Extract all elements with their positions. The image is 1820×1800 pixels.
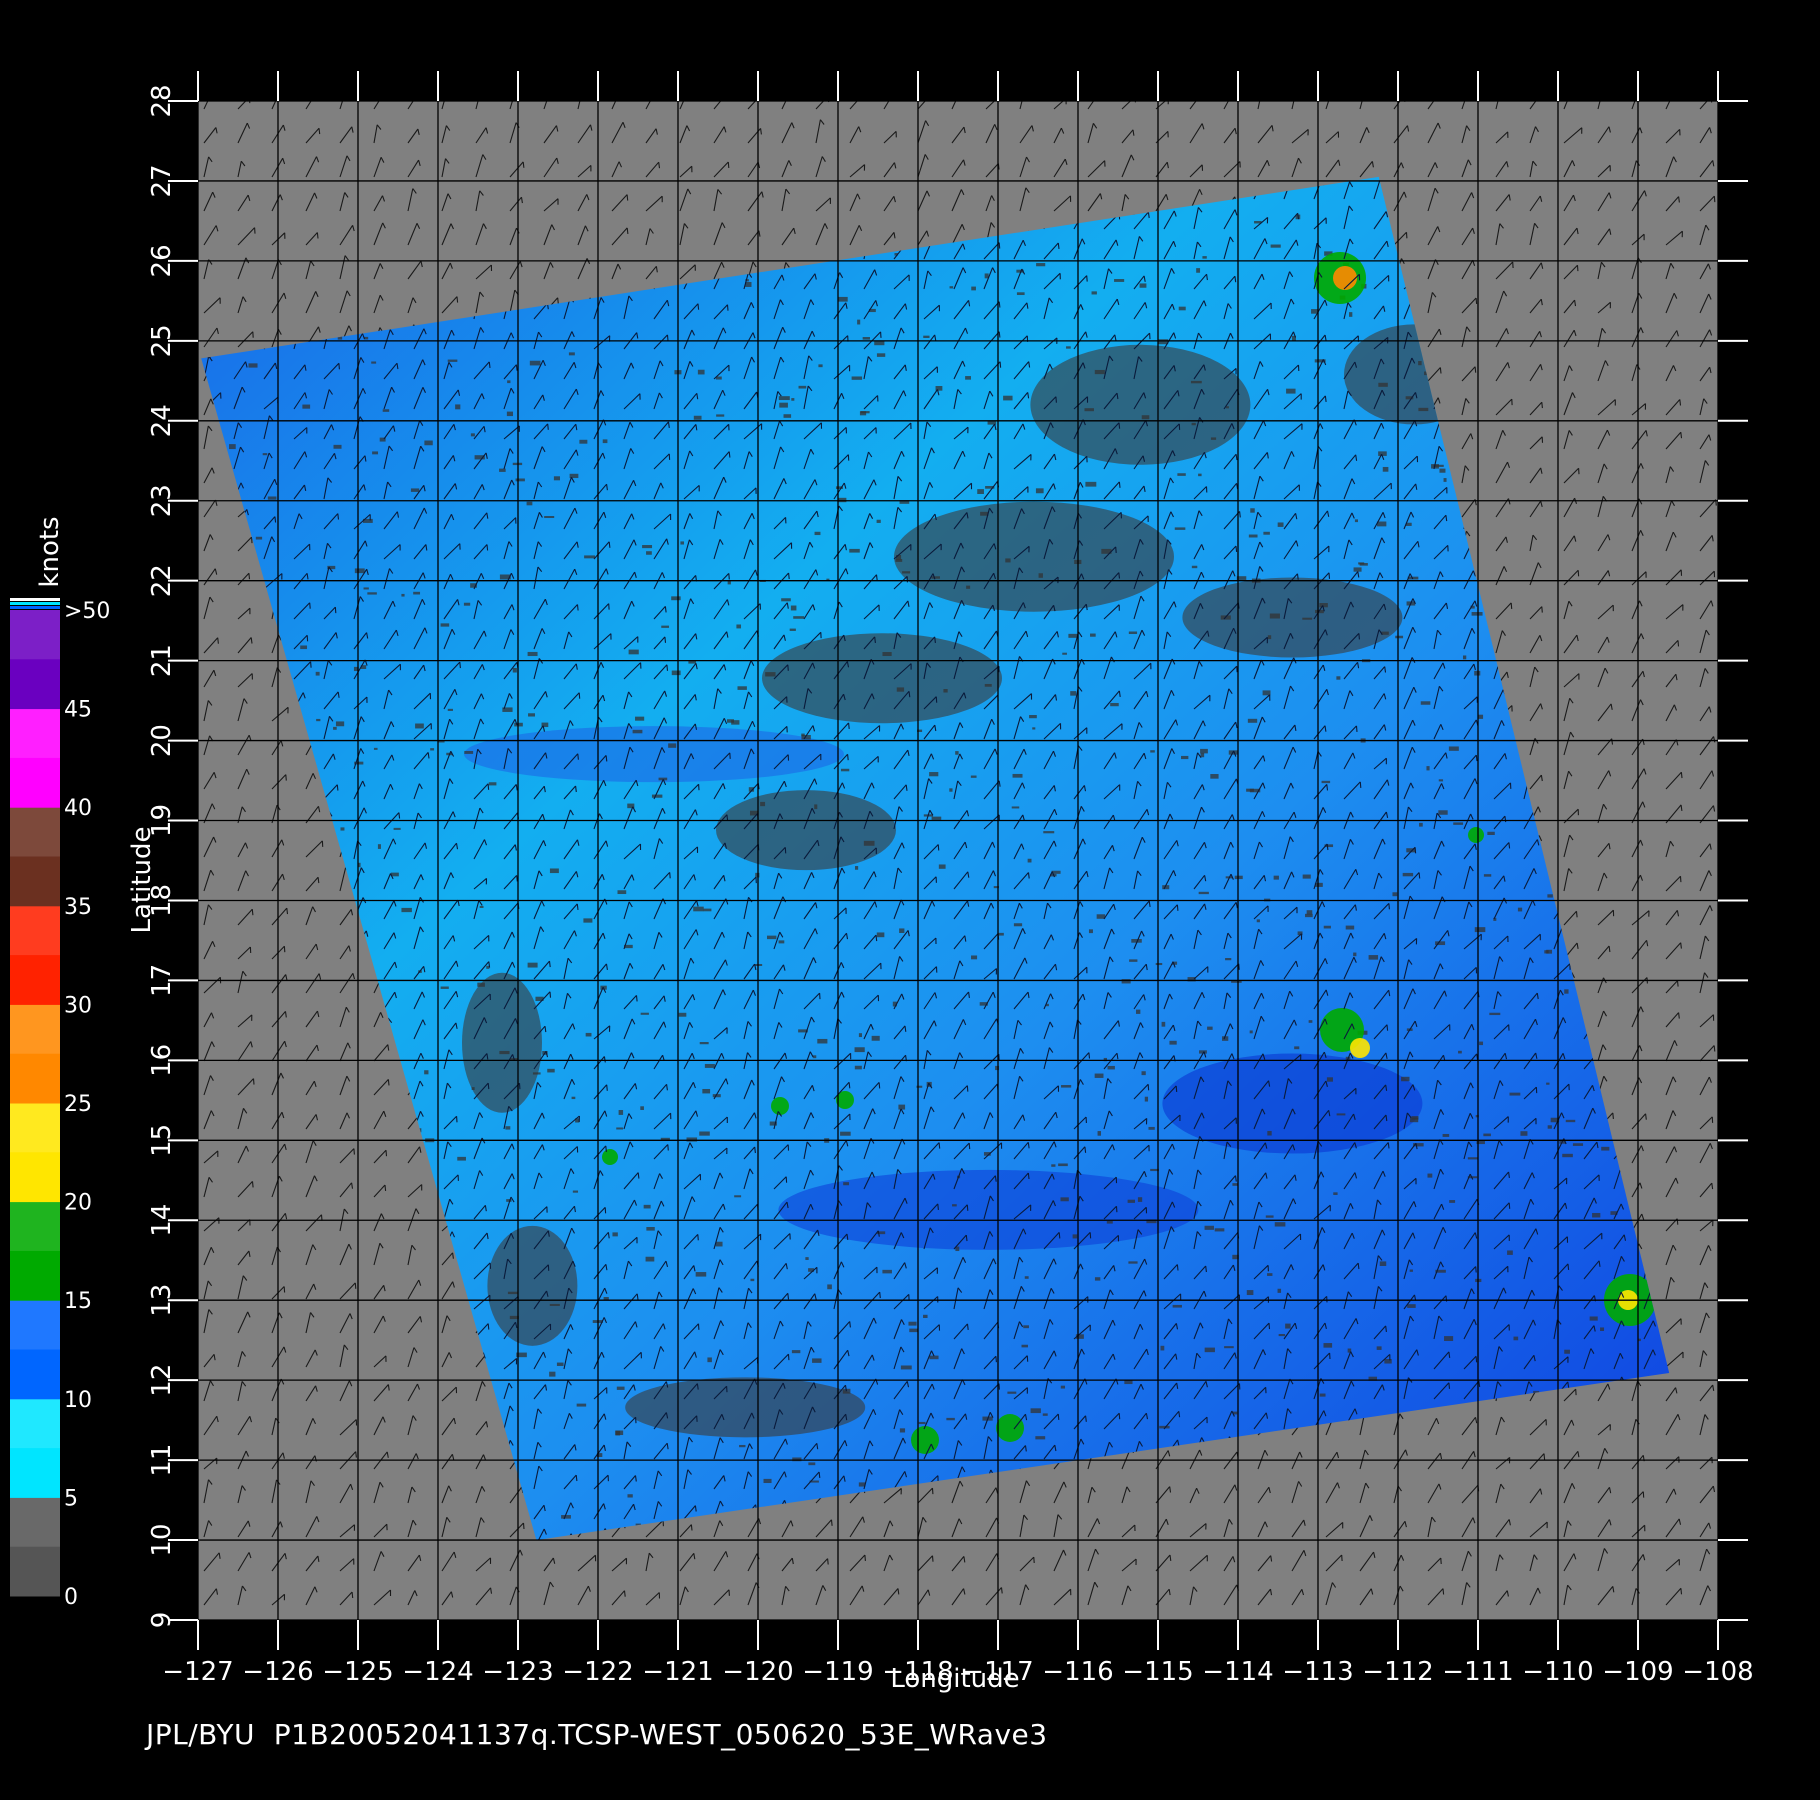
x-tick-label: −126 bbox=[242, 1657, 313, 1687]
y-tick-label: 20 bbox=[147, 724, 177, 757]
legend-label: 5 bbox=[64, 1486, 78, 1511]
x-tick-label: −123 bbox=[482, 1657, 553, 1687]
x-tick-label: −119 bbox=[802, 1657, 873, 1687]
y-axis-title: Latitude bbox=[127, 826, 157, 933]
y-tick-label: 9 bbox=[147, 1612, 177, 1629]
legend-label: 0 bbox=[64, 1585, 78, 1610]
y-tick-label: 23 bbox=[147, 484, 177, 517]
legend-label: 15 bbox=[64, 1289, 92, 1314]
y-tick-label: 11 bbox=[147, 1444, 177, 1477]
y-tick-label: 26 bbox=[147, 244, 177, 277]
color-legend: knots 0 5 10 15 20 25 30 35 40 45 >50 bbox=[10, 516, 110, 1610]
y-tick-label: 22 bbox=[147, 564, 177, 597]
y-tick-label: 14 bbox=[147, 1204, 177, 1237]
x-tick-label: −111 bbox=[1442, 1657, 1513, 1687]
legend-label: 30 bbox=[64, 993, 92, 1018]
x-tick-label: −116 bbox=[1042, 1657, 1113, 1687]
y-tick-label: 10 bbox=[147, 1524, 177, 1557]
x-axis-title: Longitude bbox=[890, 1664, 1019, 1694]
x-tick-label: −112 bbox=[1362, 1657, 1433, 1687]
y-tick-label: 16 bbox=[147, 1044, 177, 1077]
x-tick-label: −114 bbox=[1202, 1657, 1273, 1687]
legend-title: knots bbox=[35, 516, 65, 587]
y-tick-label: 13 bbox=[147, 1284, 177, 1317]
x-tick-label: −121 bbox=[642, 1657, 713, 1687]
legend-label: 20 bbox=[64, 1191, 92, 1216]
legend-label: 40 bbox=[64, 796, 92, 821]
footer-caption: JPL/BYU P1B20052041137q.TCSP-WEST_050620… bbox=[146, 1718, 1048, 1751]
y-tick-label: 25 bbox=[147, 324, 177, 357]
y-tick-label: 12 bbox=[147, 1364, 177, 1397]
legend-label: 10 bbox=[64, 1388, 92, 1413]
wind-speed-map: −127 −126 −125 −124 −123 −122 −121 −120 −119 −118… bbox=[10, 71, 1754, 1694]
x-tick-label: −124 bbox=[402, 1657, 473, 1687]
y-tick-label: 28 bbox=[147, 84, 177, 117]
x-tick-label: −127 bbox=[162, 1657, 233, 1687]
legend-label: 35 bbox=[64, 895, 92, 920]
x-tick-label: −115 bbox=[1122, 1657, 1193, 1687]
legend-label: 45 bbox=[64, 698, 92, 723]
y-tick-label: 27 bbox=[147, 164, 177, 197]
y-tick-label: 17 bbox=[147, 964, 177, 997]
y-tick-label: 21 bbox=[147, 644, 177, 677]
legend-label: >50 bbox=[64, 599, 110, 624]
x-tick-label: −113 bbox=[1282, 1657, 1353, 1687]
legend-label: 25 bbox=[64, 1092, 92, 1117]
x-tick-label: −120 bbox=[722, 1657, 793, 1687]
x-tick-label: −110 bbox=[1522, 1657, 1593, 1687]
x-tick-label: −109 bbox=[1602, 1657, 1673, 1687]
x-tick-label: −122 bbox=[562, 1657, 633, 1687]
x-tick-label: −108 bbox=[1682, 1657, 1753, 1687]
y-tick-label: 24 bbox=[147, 404, 177, 437]
x-tick-label: −125 bbox=[322, 1657, 393, 1687]
y-tick-label: 15 bbox=[147, 1124, 177, 1157]
